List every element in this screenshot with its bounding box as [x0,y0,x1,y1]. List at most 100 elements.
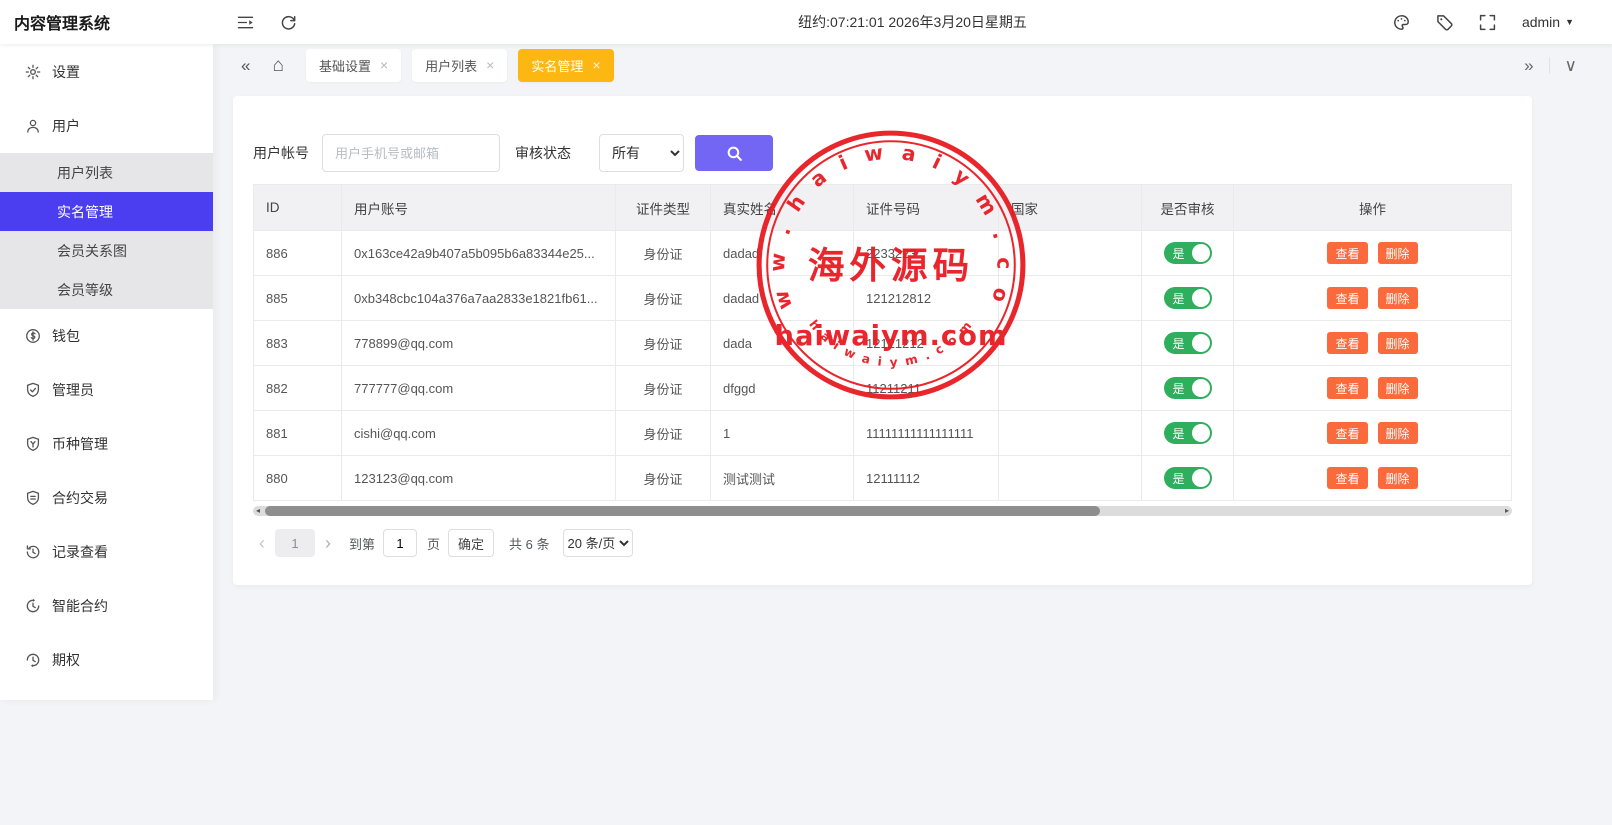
delete-button[interactable]: 删除 [1378,332,1418,354]
tab-close-icon[interactable]: × [380,57,388,73]
cell: 885 [254,276,342,321]
toggle-label: 是 [1173,245,1185,262]
sidebar-subitem-会员等级[interactable]: 会员等级 [0,270,213,309]
cell: 0x163ce42a9b407a5b095b6a83344e25... [342,231,616,276]
search-icon [726,145,743,162]
toggle-label: 是 [1173,380,1185,397]
cell [999,276,1142,321]
sidebar-subitem-会员关系图[interactable]: 会员关系图 [0,231,213,270]
sidebar-subitem-实名管理[interactable]: 实名管理 [0,192,213,231]
app-title: 内容管理系统 [0,10,213,34]
account-input[interactable] [322,134,500,172]
tab-实名管理[interactable]: 实名管理× [518,49,613,82]
cell: 880 [254,456,342,501]
caret-down-icon: ▼ [1565,17,1574,27]
status-select[interactable]: 所有 [599,134,684,172]
sidebar-item-合约交易[interactable]: 合约交易 [0,471,213,525]
sidebar-item-label: 合约交易 [52,488,108,508]
topbar: 内容管理系统 纽约:07:21:01 2026年3月20日星期五 admin ▼ [0,0,1612,44]
status-label: 审核状态 [515,143,571,163]
sidebar-item-智能合约[interactable]: 智能合约 [0,579,213,633]
scrollbar-thumb[interactable] [265,506,1100,516]
sidebar-subitem-用户列表[interactable]: 用户列表 [0,153,213,192]
audit-toggle[interactable]: 是 [1164,242,1212,264]
goto-page-input[interactable] [383,529,417,557]
sidebar-item-label: 设置 [52,62,80,82]
tabs-scroll-left-icon[interactable]: « [241,57,250,74]
admin-shield-icon [25,382,41,398]
tag-icon[interactable] [1436,14,1453,31]
pagination: ‹ 1 › 到第 页 确定 共 6 条 20 条/页 [253,529,1512,557]
sidebar-item-钱包[interactable]: 钱包 [0,309,213,363]
cell: 123123@qq.com [342,456,616,501]
table-row: 8850xb348cbc104a376a7aa2833e1821fb61...身… [254,276,1512,321]
wallet-icon [25,328,41,344]
refresh-icon[interactable] [280,14,297,31]
theme-palette-icon[interactable] [1393,14,1410,31]
cell: 12121212 [854,321,999,366]
delete-button[interactable]: 删除 [1378,467,1418,489]
delete-button[interactable]: 删除 [1378,377,1418,399]
horizontal-scrollbar[interactable]: ◂ ▸ [253,506,1512,516]
tab-基础设置[interactable]: 基础设置× [306,49,401,82]
tabs-scroll-right-icon[interactable]: » [1509,57,1548,74]
audit-toggle[interactable]: 是 [1164,422,1212,444]
tabs-menu-icon[interactable]: ∨ [1549,57,1592,74]
home-icon[interactable]: ⌂ [272,56,283,75]
toggle-knob [1192,334,1210,352]
scroll-right-icon[interactable]: ▸ [1505,506,1509,516]
user-menu[interactable]: admin ▼ [1522,14,1574,30]
cell [999,456,1142,501]
tab-close-icon[interactable]: × [486,57,494,73]
next-page-icon[interactable]: › [325,533,331,554]
cell [999,231,1142,276]
sidebar-item-设置[interactable]: 设置 [0,45,213,99]
audit-toggle[interactable]: 是 [1164,377,1212,399]
sidebar-item-币种管理[interactable]: 币种管理 [0,417,213,471]
view-button[interactable]: 查看 [1327,242,1367,264]
delete-button[interactable]: 删除 [1378,422,1418,444]
audit-toggle[interactable]: 是 [1164,467,1212,489]
sidebar-item-期权[interactable]: 期权 [0,633,213,687]
gear-icon [25,64,41,80]
page-size-select[interactable]: 20 条/页 [563,529,633,557]
tab-close-icon[interactable]: × [592,57,600,73]
sidebar-collapse-icon[interactable] [237,14,254,31]
actions-cell: 查看删除 [1234,366,1512,411]
cell: dfggd [711,366,854,411]
realname-table: ID用户账号证件类型真实姓名证件号码国家是否审核操作 8860x163ce42a… [253,184,1512,501]
delete-button[interactable]: 删除 [1378,287,1418,309]
sidebar-item-label: 期权 [52,650,80,670]
tab-用户列表[interactable]: 用户列表× [412,49,507,82]
view-button[interactable]: 查看 [1327,287,1367,309]
delete-button[interactable]: 删除 [1378,242,1418,264]
history-icon [25,544,41,560]
prev-page-icon[interactable]: ‹ [259,533,265,554]
actions-cell: 查看删除 [1234,411,1512,456]
actions-cell: 查看删除 [1234,231,1512,276]
scroll-left-icon[interactable]: ◂ [256,506,260,516]
confirm-button[interactable]: 确定 [448,529,494,557]
view-button[interactable]: 查看 [1327,332,1367,354]
view-button[interactable]: 查看 [1327,422,1367,444]
audit-cell: 是 [1142,276,1234,321]
fullscreen-icon[interactable] [1479,14,1496,31]
cell: 883 [254,321,342,366]
cell: 身份证 [616,276,711,321]
table-row: 880123123@qq.com身份证测试测试12111112是查看删除 [254,456,1512,501]
audit-toggle[interactable]: 是 [1164,287,1212,309]
cell: 身份证 [616,366,711,411]
sidebar-submenu: 用户列表实名管理会员关系图会员等级 [0,153,213,309]
audit-toggle[interactable]: 是 [1164,332,1212,354]
table-row: 882777777@qq.com身份证dfggd11211211是查看删除 [254,366,1512,411]
view-button[interactable]: 查看 [1327,377,1367,399]
actions-cell: 查看删除 [1234,321,1512,366]
sidebar-item-记录查看[interactable]: 记录查看 [0,525,213,579]
sidebar-item-用户[interactable]: 用户 [0,99,213,153]
sidebar-item-label: 管理员 [52,380,94,400]
search-button[interactable] [695,135,773,171]
audit-cell: 是 [1142,366,1234,411]
current-page[interactable]: 1 [275,529,315,557]
view-button[interactable]: 查看 [1327,467,1367,489]
sidebar-item-管理员[interactable]: 管理员 [0,363,213,417]
